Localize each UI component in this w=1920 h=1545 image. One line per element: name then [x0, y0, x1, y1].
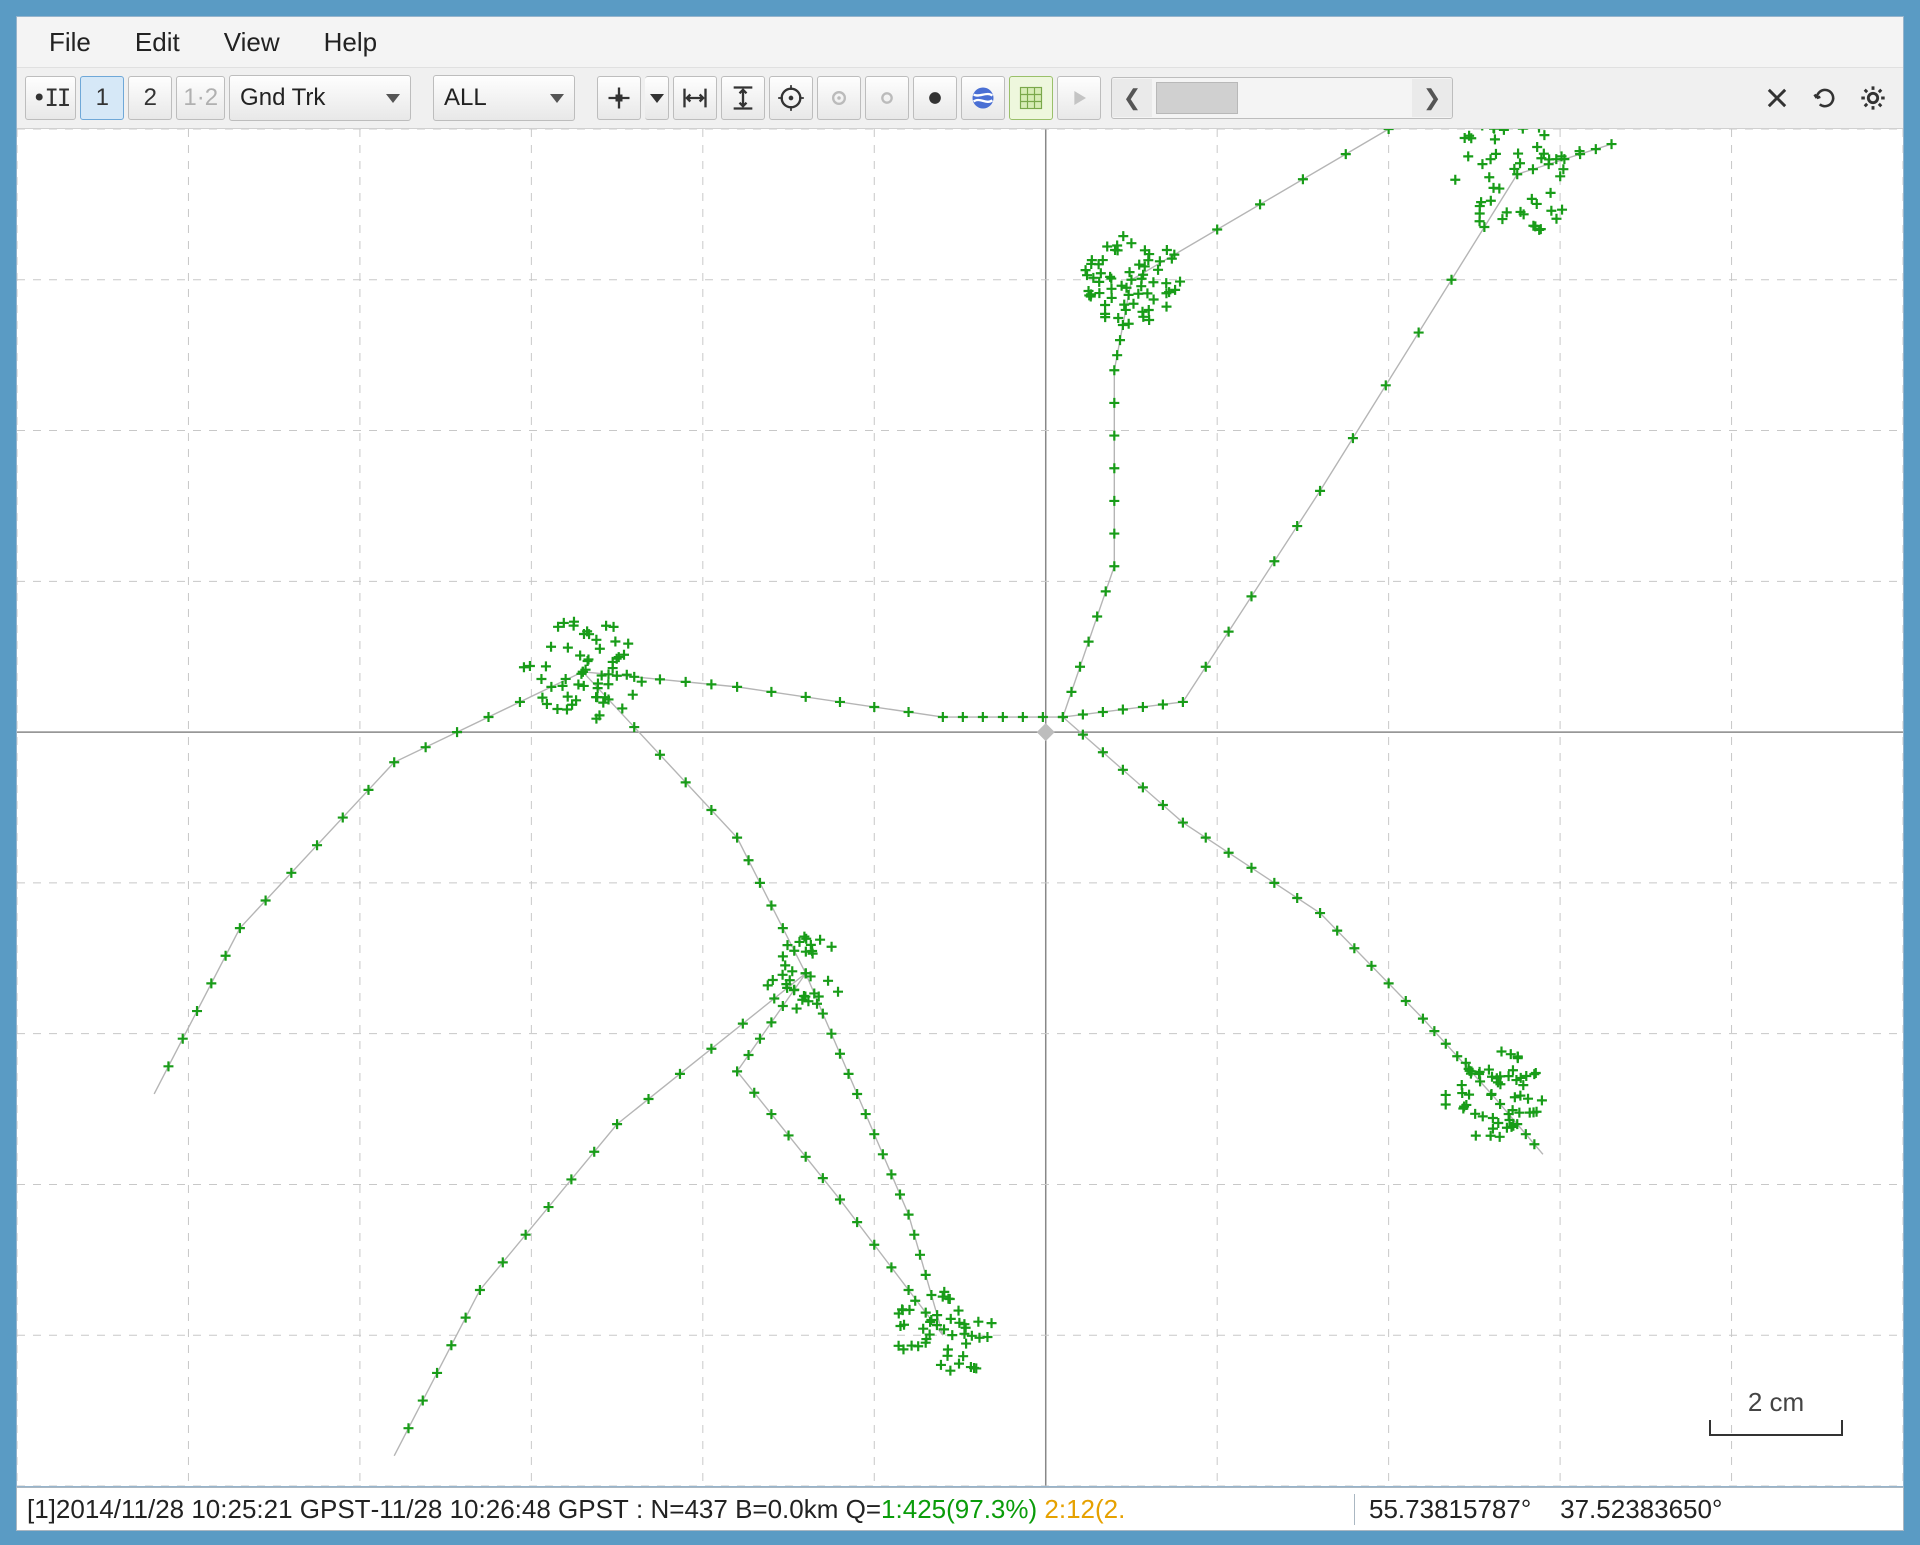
status-q-float: 2:12(2.: [1037, 1494, 1125, 1525]
status-q-fix: 1:425(97.3%): [881, 1494, 1037, 1525]
animate-button[interactable]: [1057, 76, 1101, 120]
center-origin-button[interactable]: [597, 76, 641, 120]
dot-icon: [921, 84, 949, 112]
slider-thumb[interactable]: [1156, 82, 1238, 114]
fit-vertical-icon: [729, 84, 757, 112]
slider-right-arrow[interactable]: ❯: [1412, 79, 1452, 117]
center-origin-menu-button[interactable]: [645, 76, 669, 120]
status-lat: 55.73815787°: [1369, 1494, 1531, 1524]
chevron-down-icon: [550, 94, 564, 103]
clear-button[interactable]: [1755, 76, 1799, 120]
scale-bar: 2 cm: [1709, 1387, 1843, 1436]
status-time-start: 2014/11/28 10:25:21 GPST: [56, 1494, 371, 1525]
gear-icon: [1859, 84, 1887, 112]
ground-track-plot: [17, 129, 1903, 1486]
menu-view[interactable]: View: [202, 21, 302, 64]
menu-file[interactable]: File: [27, 21, 113, 64]
fit-horizontal-button[interactable]: [673, 76, 717, 120]
fit-horizontal-icon: [681, 84, 709, 112]
status-n-label: N=: [650, 1494, 684, 1525]
target-dot-icon: [777, 84, 805, 112]
plot-area[interactable]: 2 cm: [17, 129, 1903, 1486]
status-q-label: Q=: [838, 1494, 881, 1525]
grid-icon: [1017, 84, 1045, 112]
menubar: File Edit View Help: [17, 17, 1903, 68]
chevron-down-icon: [650, 94, 664, 103]
status-b-value: 0.0km: [768, 1494, 839, 1525]
show-track-points-button[interactable]: [769, 76, 813, 120]
plot-type-select[interactable]: Gnd Trk: [229, 75, 411, 121]
toolbar: •II 1 2 1·2 Gnd Trk ALL: [17, 68, 1903, 129]
status-lon: 37.52383650°: [1560, 1494, 1722, 1524]
quality-filter-label: ALL: [444, 84, 487, 112]
status-prefix: [1]: [27, 1494, 56, 1525]
reload-button[interactable]: [1803, 76, 1847, 120]
slider-left-arrow[interactable]: ❮: [1112, 79, 1152, 117]
solution-12-button[interactable]: 1·2: [176, 76, 225, 120]
chevron-down-icon: [386, 94, 400, 103]
status-bar: [1] 2014/11/28 10:25:21 GPST - 11/28 10:…: [16, 1487, 1904, 1531]
plot-type-label: Gnd Trk: [240, 84, 325, 112]
circle-2-button[interactable]: [865, 76, 909, 120]
refresh-icon: [1811, 84, 1839, 112]
status-b-label: B=: [728, 1494, 768, 1525]
crosshair-move-icon: [605, 84, 633, 112]
circle-small-icon: [825, 84, 853, 112]
solution-2-button[interactable]: 2: [128, 76, 172, 120]
status-dash: -: [371, 1494, 380, 1525]
scale-bar-line: [1709, 1420, 1843, 1436]
close-icon: [1763, 84, 1791, 112]
show-grid-button[interactable]: [1009, 76, 1053, 120]
fit-vertical-button[interactable]: [721, 76, 765, 120]
status-time-end: 11/28 10:26:48 GPST: [379, 1494, 629, 1525]
google-earth-button[interactable]: [961, 76, 1005, 120]
status-main: [1] 2014/11/28 10:25:21 GPST - 11/28 10:…: [17, 1494, 1354, 1525]
status-coordinates: 55.73815787° 37.52383650°: [1354, 1494, 1903, 1525]
options-button[interactable]: [1851, 76, 1895, 120]
circle-1-button[interactable]: [817, 76, 861, 120]
circle-tiny-icon: [873, 84, 901, 112]
menu-edit[interactable]: Edit: [113, 21, 202, 64]
show-map-point-button[interactable]: [913, 76, 957, 120]
menu-help[interactable]: Help: [302, 21, 399, 64]
status-n-value: 437: [684, 1494, 727, 1525]
connect-button[interactable]: •II: [25, 76, 76, 120]
quality-filter-select[interactable]: ALL: [433, 75, 575, 121]
play-icon: [1065, 84, 1093, 112]
status-colon: :: [629, 1494, 651, 1525]
solution-1-button[interactable]: 1: [80, 76, 124, 120]
globe-icon: [969, 84, 997, 112]
scale-bar-label: 2 cm: [1748, 1387, 1804, 1417]
time-slider[interactable]: ❮ ❯: [1111, 77, 1453, 119]
